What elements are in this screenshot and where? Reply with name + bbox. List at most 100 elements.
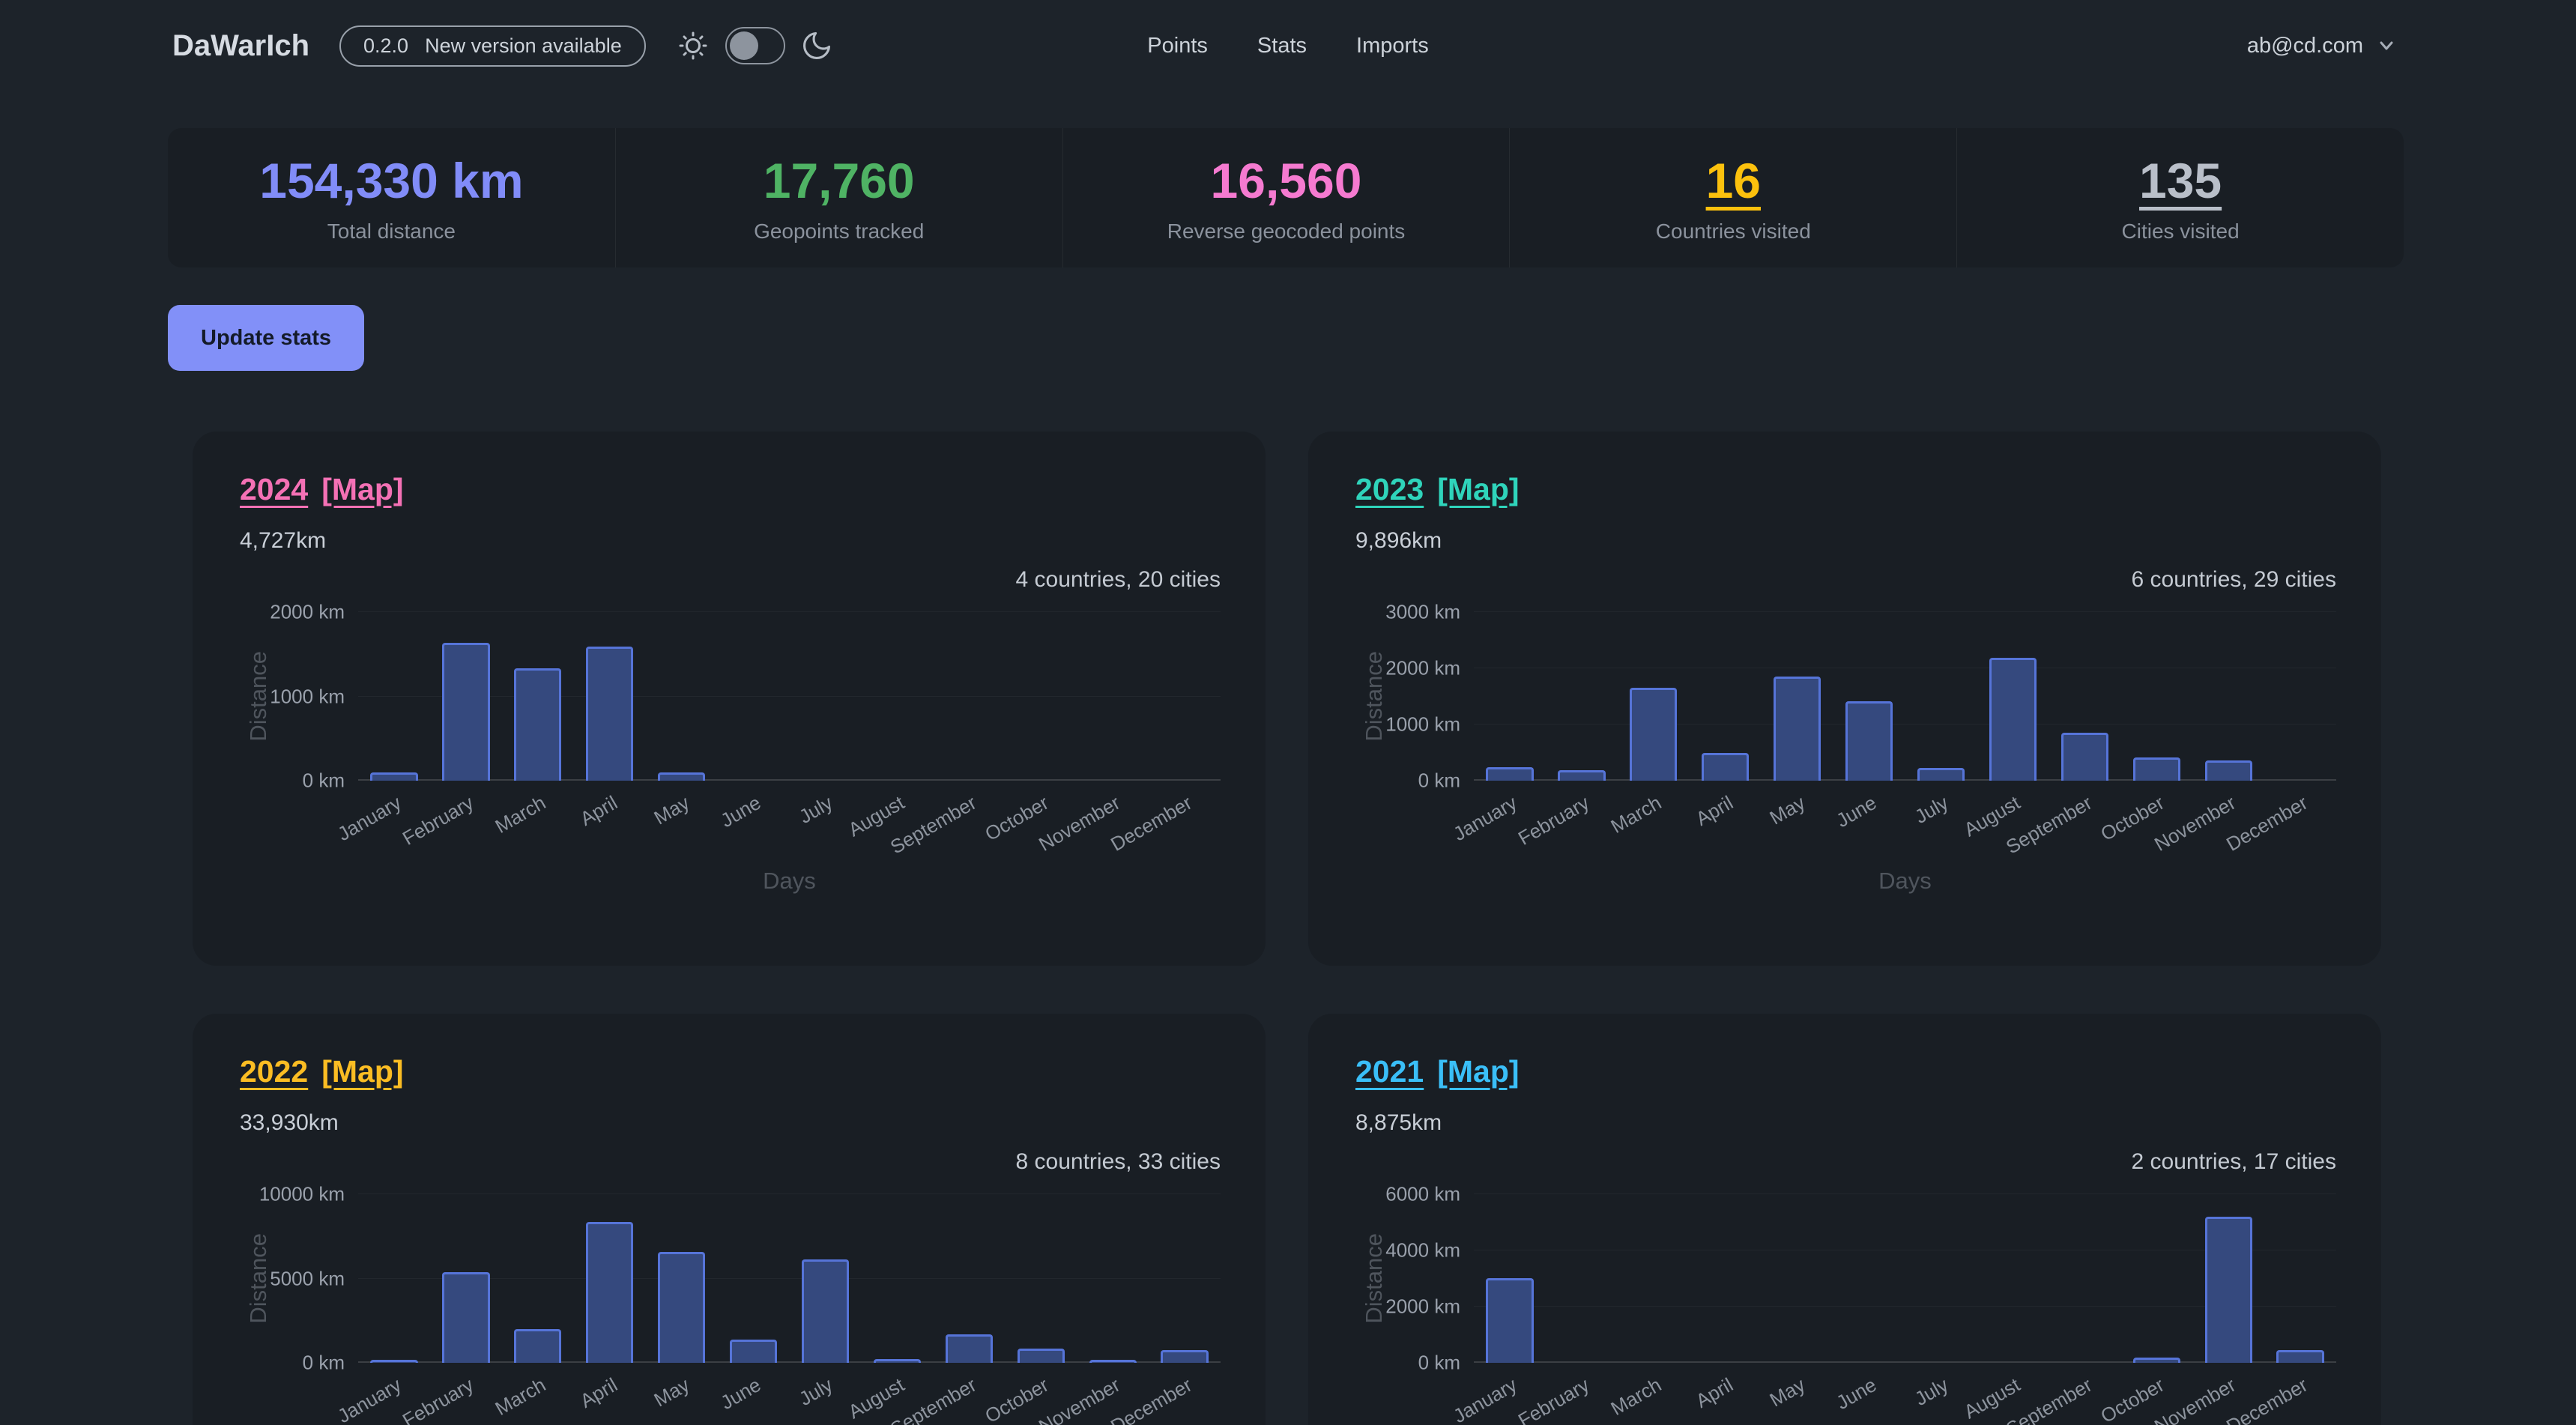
bar-slot xyxy=(1546,612,1618,781)
version-message: New version available xyxy=(425,34,622,58)
month-label: May xyxy=(1765,791,1809,829)
sun-icon xyxy=(676,28,710,63)
moon-icon xyxy=(800,29,833,62)
bar-slot xyxy=(358,612,430,781)
x-slot: May xyxy=(646,781,718,865)
theme-switch[interactable] xyxy=(725,27,785,64)
y-axis-ticks: 0 km5000 km10000 km xyxy=(277,1194,358,1363)
bar[interactable] xyxy=(1630,688,1677,781)
bar[interactable] xyxy=(586,1222,633,1363)
bar-slot xyxy=(1618,612,1690,781)
bar[interactable] xyxy=(2205,760,2252,781)
card-title: 2024 [Map] xyxy=(240,472,1221,507)
bar[interactable] xyxy=(658,772,705,781)
map-link[interactable]: [Map] xyxy=(1437,472,1519,507)
year-link[interactable]: 2021 xyxy=(1355,1054,1424,1089)
month-label: July xyxy=(1911,791,1953,829)
bar[interactable] xyxy=(514,668,561,781)
cities-visited-link[interactable]: 135 xyxy=(2139,152,2222,209)
bar-chart: Distance 0 km1000 km2000 km3000 km Janua… xyxy=(1355,612,2336,895)
x-slot: June xyxy=(1833,781,1905,865)
bar[interactable] xyxy=(802,1259,849,1363)
y-axis-title: Distance xyxy=(245,651,272,742)
update-stats-button[interactable]: Update stats xyxy=(168,305,364,371)
bar[interactable] xyxy=(1702,753,1749,781)
x-axis-labels: JanuaryFebruaryMarchAprilMayJuneJulyAugu… xyxy=(1474,1363,2336,1425)
bar-slot xyxy=(2264,1194,2336,1363)
navbar-left: DaWarIch 0.2.0 New version available xyxy=(172,25,833,67)
user-menu[interactable]: ab@cd.com xyxy=(2247,34,2398,58)
bar[interactable] xyxy=(730,1340,777,1364)
bar-slot xyxy=(2264,612,2336,781)
nav-link-stats[interactable]: Stats xyxy=(1257,34,1307,58)
version-badge[interactable]: 0.2.0 New version available xyxy=(339,25,646,67)
bar[interactable] xyxy=(1558,770,1605,781)
bar-slot xyxy=(1977,1194,2049,1363)
bar-slot xyxy=(1977,612,2049,781)
x-slot: December xyxy=(1149,781,1221,865)
map-link[interactable]: [Map] xyxy=(1437,1054,1519,1089)
x-slot: May xyxy=(1762,1363,1833,1425)
bar-slot xyxy=(1762,1194,1833,1363)
bar[interactable] xyxy=(370,772,417,781)
app-logo[interactable]: DaWarIch xyxy=(172,29,309,63)
bar[interactable] xyxy=(2276,1350,2323,1363)
y-tick-label: 3000 km xyxy=(1385,601,1460,624)
bar-slot xyxy=(430,612,502,781)
x-slot: June xyxy=(1833,1363,1905,1425)
month-label: July xyxy=(795,791,837,829)
bar[interactable] xyxy=(2061,733,2108,781)
year-link[interactable]: 2022 xyxy=(240,1054,308,1089)
map-link[interactable]: [Map] xyxy=(321,472,403,507)
bar-slot xyxy=(1546,1194,1618,1363)
bar[interactable] xyxy=(442,1272,489,1364)
bar[interactable] xyxy=(946,1334,993,1363)
x-slot: March xyxy=(1618,1363,1690,1425)
bar[interactable] xyxy=(2133,1358,2180,1363)
bar[interactable] xyxy=(1845,701,1893,781)
x-slot: July xyxy=(790,1363,862,1425)
bar-slot xyxy=(790,1194,862,1363)
stat-value: 154,330 km xyxy=(259,152,523,209)
stat-label: Total distance xyxy=(327,220,456,243)
nav-link-imports[interactable]: Imports xyxy=(1356,34,1429,58)
bar[interactable] xyxy=(514,1329,561,1363)
bar-slot xyxy=(1690,612,1762,781)
bar-slot xyxy=(1149,612,1221,781)
user-email: ab@cd.com xyxy=(2247,34,2363,58)
bar[interactable] xyxy=(2133,757,2180,781)
year-summary: 6 countries, 29 cities xyxy=(1355,567,2336,593)
chart-plot-area xyxy=(1474,612,2336,781)
stat-geopoints: 17,760 Geopoints tracked xyxy=(615,128,1062,267)
chevron-down-icon xyxy=(2375,34,2398,57)
stat-label: Countries visited xyxy=(1656,220,1811,243)
year-link[interactable]: 2023 xyxy=(1355,472,1424,507)
stat-value: 17,760 xyxy=(764,152,915,209)
bar[interactable] xyxy=(586,647,633,781)
y-axis-title: Distance xyxy=(1361,1233,1388,1324)
bar[interactable] xyxy=(1486,1278,1533,1363)
x-slot: April xyxy=(1690,781,1762,865)
bar[interactable] xyxy=(658,1252,705,1364)
bar[interactable] xyxy=(2205,1217,2252,1363)
bar-slot xyxy=(1149,1194,1221,1363)
year-link[interactable]: 2024 xyxy=(240,472,308,507)
x-slot: April xyxy=(1690,1363,1762,1425)
month-label: July xyxy=(1911,1373,1953,1411)
x-slot: May xyxy=(646,1363,718,1425)
x-axis-labels: JanuaryFebruaryMarchAprilMayJuneJulyAugu… xyxy=(1474,781,2336,865)
map-link[interactable]: [Map] xyxy=(321,1054,403,1089)
stat-reverse-geocoded: 16,560 Reverse geocoded points xyxy=(1062,128,1510,267)
bar[interactable] xyxy=(1917,768,1965,781)
month-label: April xyxy=(576,791,622,831)
bar[interactable] xyxy=(1161,1350,1208,1363)
x-slot: March xyxy=(502,1363,574,1425)
bar[interactable] xyxy=(1486,767,1533,781)
nav-link-points[interactable]: Points xyxy=(1147,34,1208,58)
bar[interactable] xyxy=(1018,1349,1065,1363)
bar[interactable] xyxy=(442,643,489,781)
bar[interactable] xyxy=(1774,677,1821,781)
countries-visited-link[interactable]: 16 xyxy=(1706,152,1761,209)
month-label: January xyxy=(1450,1373,1522,1425)
bar[interactable] xyxy=(1989,658,2037,781)
